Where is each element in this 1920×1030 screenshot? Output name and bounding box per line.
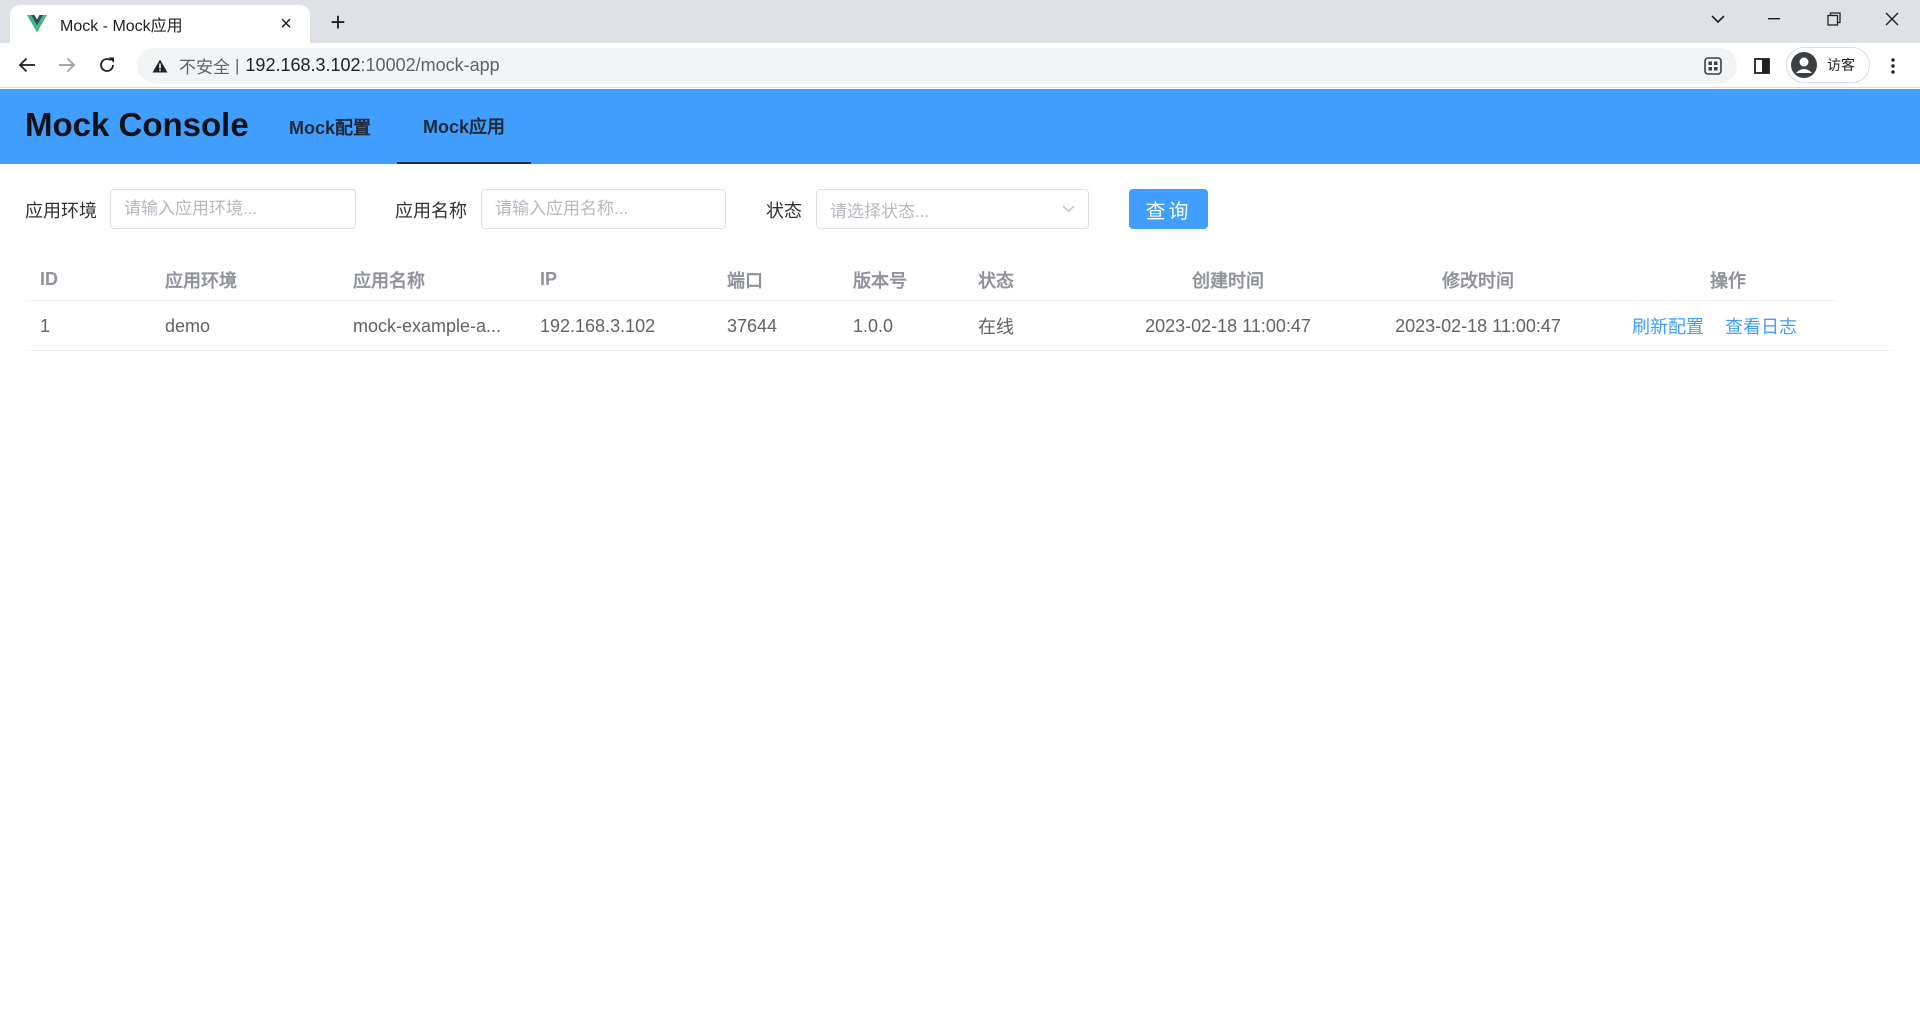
query-button[interactable]: 查询 [1129, 189, 1208, 229]
cell-actions: 刷新配置 查看日志 [1632, 301, 1797, 351]
column-header-port: 端口 [727, 270, 763, 291]
view-logs-link[interactable]: 查看日志 [1725, 313, 1797, 339]
address-bar[interactable]: 不安全 | 192.168.3.102 :10002/mock-app [137, 48, 1737, 83]
vue-logo-icon [26, 13, 48, 35]
tab-search-chevron-icon[interactable] [1690, 0, 1746, 38]
forward-arrow-icon[interactable] [52, 50, 82, 80]
more-menu-icon[interactable] [1880, 53, 1906, 79]
column-header-env: 应用环境 [165, 270, 237, 291]
column-header-actions: 操作 [1710, 270, 1746, 291]
column-header-status: 状态 [978, 270, 1014, 291]
table-row: 1 demo mock-example-a... 192.168.3.102 3… [25, 301, 1895, 351]
close-window-icon[interactable] [1864, 0, 1920, 38]
address-separator: | [235, 55, 240, 75]
back-arrow-icon[interactable] [12, 50, 42, 80]
status-filter-select[interactable]: 请选择状态... [816, 189, 1089, 229]
reload-icon[interactable] [92, 50, 122, 80]
insecure-label: 不安全 [179, 58, 230, 77]
cell-created: 2023-02-18 11:00:47 [1145, 315, 1311, 336]
cell-id: 1 [40, 315, 51, 336]
cell-modified: 2023-02-18 11:00:47 [1395, 315, 1561, 336]
column-header-ip: IP [540, 269, 558, 289]
browser-toolbar: 不安全 | 192.168.3.102 :10002/mock-app 访客 [0, 43, 1920, 88]
browser-tabstrip: Mock - Mock应用 × + [0, 0, 1920, 43]
qr-code-icon[interactable] [1701, 54, 1725, 78]
column-header-id: ID [40, 269, 58, 289]
chevron-down-icon [1048, 205, 1088, 213]
app-header: Mock Console Mock配置 Mock应用 [0, 89, 1920, 164]
column-header-version: 版本号 [853, 270, 907, 291]
profile-label: 访客 [1827, 57, 1855, 73]
column-header-created: 创建时间 [1192, 270, 1264, 291]
status-select-placeholder: 请选择状态... [830, 201, 930, 221]
new-tab-button[interactable]: + [324, 7, 352, 37]
address-path: :10002/mock-app [360, 55, 500, 75]
nav-tab-mock-config[interactable]: Mock配置 [280, 89, 380, 164]
refresh-config-link[interactable]: 刷新配置 [1632, 313, 1704, 339]
address-host: 192.168.3.102 [245, 55, 361, 75]
brand-title: Mock Console [25, 106, 249, 143]
column-header-modified: 修改时间 [1442, 270, 1514, 291]
side-panel-icon[interactable] [1750, 54, 1774, 78]
tab-title: Mock - Mock应用 [60, 18, 183, 35]
minimize-icon[interactable] [1746, 0, 1802, 38]
cell-version: 1.0.0 [853, 315, 894, 336]
cell-name: mock-example-a... [353, 315, 502, 336]
env-filter-input[interactable] [110, 189, 356, 229]
cell-port: 37644 [727, 315, 778, 336]
close-tab-icon[interactable]: × [274, 12, 298, 36]
column-header-name: 应用名称 [353, 270, 425, 291]
status-filter-label: 状态 [766, 201, 802, 221]
env-filter-label: 应用环境 [25, 201, 97, 221]
warning-triangle-icon [151, 57, 169, 75]
name-filter-input[interactable] [481, 189, 726, 229]
cell-ip: 192.168.3.102 [540, 315, 656, 336]
cell-status: 在线 [978, 317, 1014, 337]
name-filter-label: 应用名称 [395, 201, 467, 221]
cell-env: demo [165, 315, 211, 336]
table-header: ID 应用环境 应用名称 IP 端口 版本号 状态 创建时间 修改时间 操作 [25, 258, 1837, 301]
profile-button[interactable]: 访客 [1786, 47, 1870, 83]
guest-avatar-icon [1790, 51, 1818, 79]
nav-tab-mock-app[interactable]: Mock应用 [397, 89, 531, 164]
browser-tab[interactable]: Mock - Mock应用 × [10, 5, 310, 43]
restore-icon[interactable] [1806, 0, 1862, 38]
